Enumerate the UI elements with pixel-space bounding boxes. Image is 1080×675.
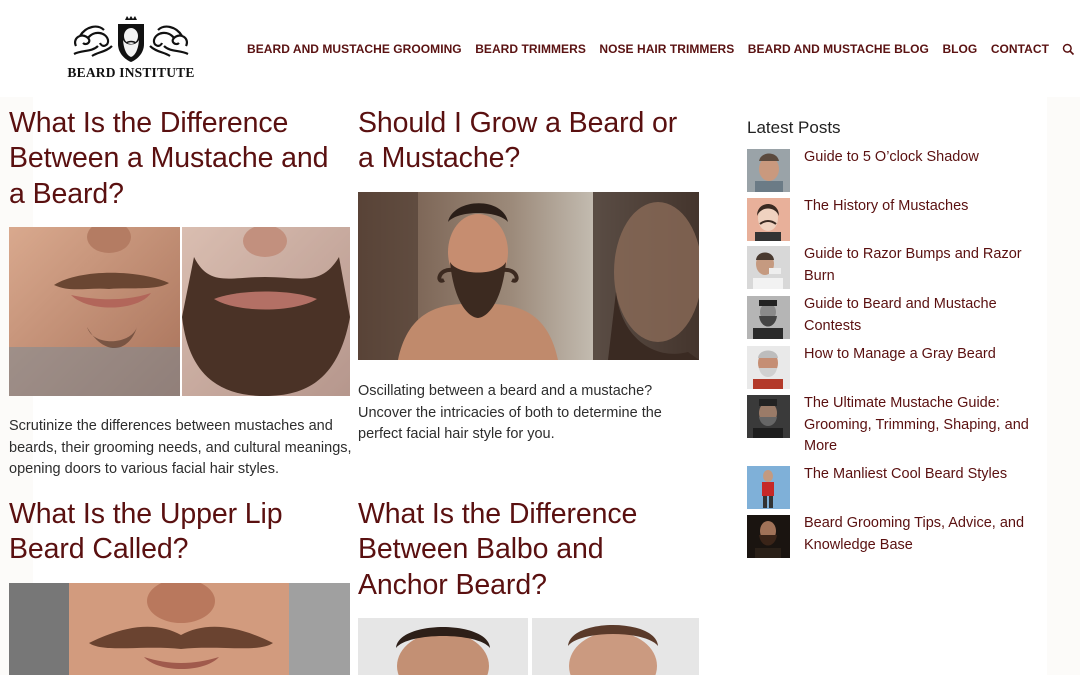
logo-text: BEARD INSTITUTE — [67, 65, 195, 80]
post-card: What Is the Upper Lip Beard Called? — [9, 497, 350, 675]
nav-beard-trimmers[interactable]: BEARD TRIMMERS — [475, 42, 586, 56]
nav-nose-hair-trimmers[interactable]: NOSE HAIR TRIMMERS — [599, 42, 734, 56]
sidebar-post-link[interactable]: Guide to Beard and Mustache Contests — [804, 294, 1040, 337]
post-excerpt: Scrutinize the differences between musta… — [9, 418, 352, 478]
nav-beard-and-mustache-blog[interactable]: BEARD AND MUSTACHE BLOG — [748, 42, 929, 56]
sidebar-post-link[interactable]: How to Manage a Gray Beard — [804, 344, 1040, 366]
site-logo[interactable]: BEARD INSTITUTE — [66, 16, 196, 82]
post-title[interactable]: What Is the Difference Between a Mustach… — [9, 106, 350, 212]
sidebar-post-link[interactable]: Guide to 5 O’clock Shadow — [804, 147, 1040, 169]
post-thumbnail[interactable] — [358, 192, 699, 360]
sidebar-post-thumbnail[interactable] — [747, 515, 790, 558]
sidebar-post-thumbnail[interactable] — [747, 466, 790, 509]
post-card: Should I Grow a Beard or a Mustache? Osc… — [358, 106, 699, 442]
sidebar-post-thumbnail[interactable] — [747, 198, 790, 241]
nav-blog[interactable]: BLOG — [942, 42, 977, 56]
sidebar-post-thumbnail[interactable] — [747, 149, 790, 192]
beard-crest-logo-icon — [73, 16, 189, 62]
post-title[interactable]: What Is the Difference Between Balbo and… — [358, 497, 699, 603]
search-icon[interactable] — [1062, 43, 1075, 56]
sidebar-post-thumbnail[interactable] — [747, 395, 790, 438]
sidebar: Latest Posts Guide to 5 O’clock Shadow T… — [740, 97, 1047, 675]
sidebar-post-link[interactable]: The History of Mustaches — [804, 196, 1040, 218]
post-excerpt: Oscillating between a beard and a mustac… — [358, 383, 662, 443]
sidebar-post-link[interactable]: The Ultimate Mustache Guide: Grooming, T… — [804, 393, 1040, 458]
latest-posts-heading: Latest Posts — [747, 118, 841, 137]
post-card: What Is the Difference Between Balbo and… — [358, 497, 699, 675]
site-header: BEARD INSTITUTE BEARD AND MUSTACHE GROOM… — [0, 0, 1080, 97]
post-card: What Is the Difference Between a Mustach… — [9, 106, 352, 477]
post-title[interactable]: Should I Grow a Beard or a Mustache? — [358, 106, 699, 177]
nav-beard-and-mustache-grooming[interactable]: BEARD AND MUSTACHE GROOMING — [247, 42, 462, 56]
sidebar-post-link[interactable]: The Manliest Cool Beard Styles — [804, 464, 1040, 486]
main-nav: BEARD AND MUSTACHE GROOMING BEARD TRIMME… — [247, 40, 1075, 58]
sidebar-post-link[interactable]: Guide to Razor Bumps and Razor Burn — [804, 244, 1040, 287]
post-thumbnail[interactable] — [9, 583, 350, 675]
sidebar-post-link[interactable]: Beard Grooming Tips, Advice, and Knowled… — [804, 513, 1040, 556]
sidebar-post-thumbnail[interactable] — [747, 246, 790, 289]
post-thumbnail[interactable] — [9, 227, 350, 396]
post-thumbnail[interactable] — [358, 618, 699, 675]
post-title[interactable]: What Is the Upper Lip Beard Called? — [9, 497, 350, 568]
sidebar-post-thumbnail[interactable] — [747, 346, 790, 389]
nav-contact[interactable]: CONTACT — [991, 42, 1049, 56]
sidebar-post-thumbnail[interactable] — [747, 296, 790, 339]
